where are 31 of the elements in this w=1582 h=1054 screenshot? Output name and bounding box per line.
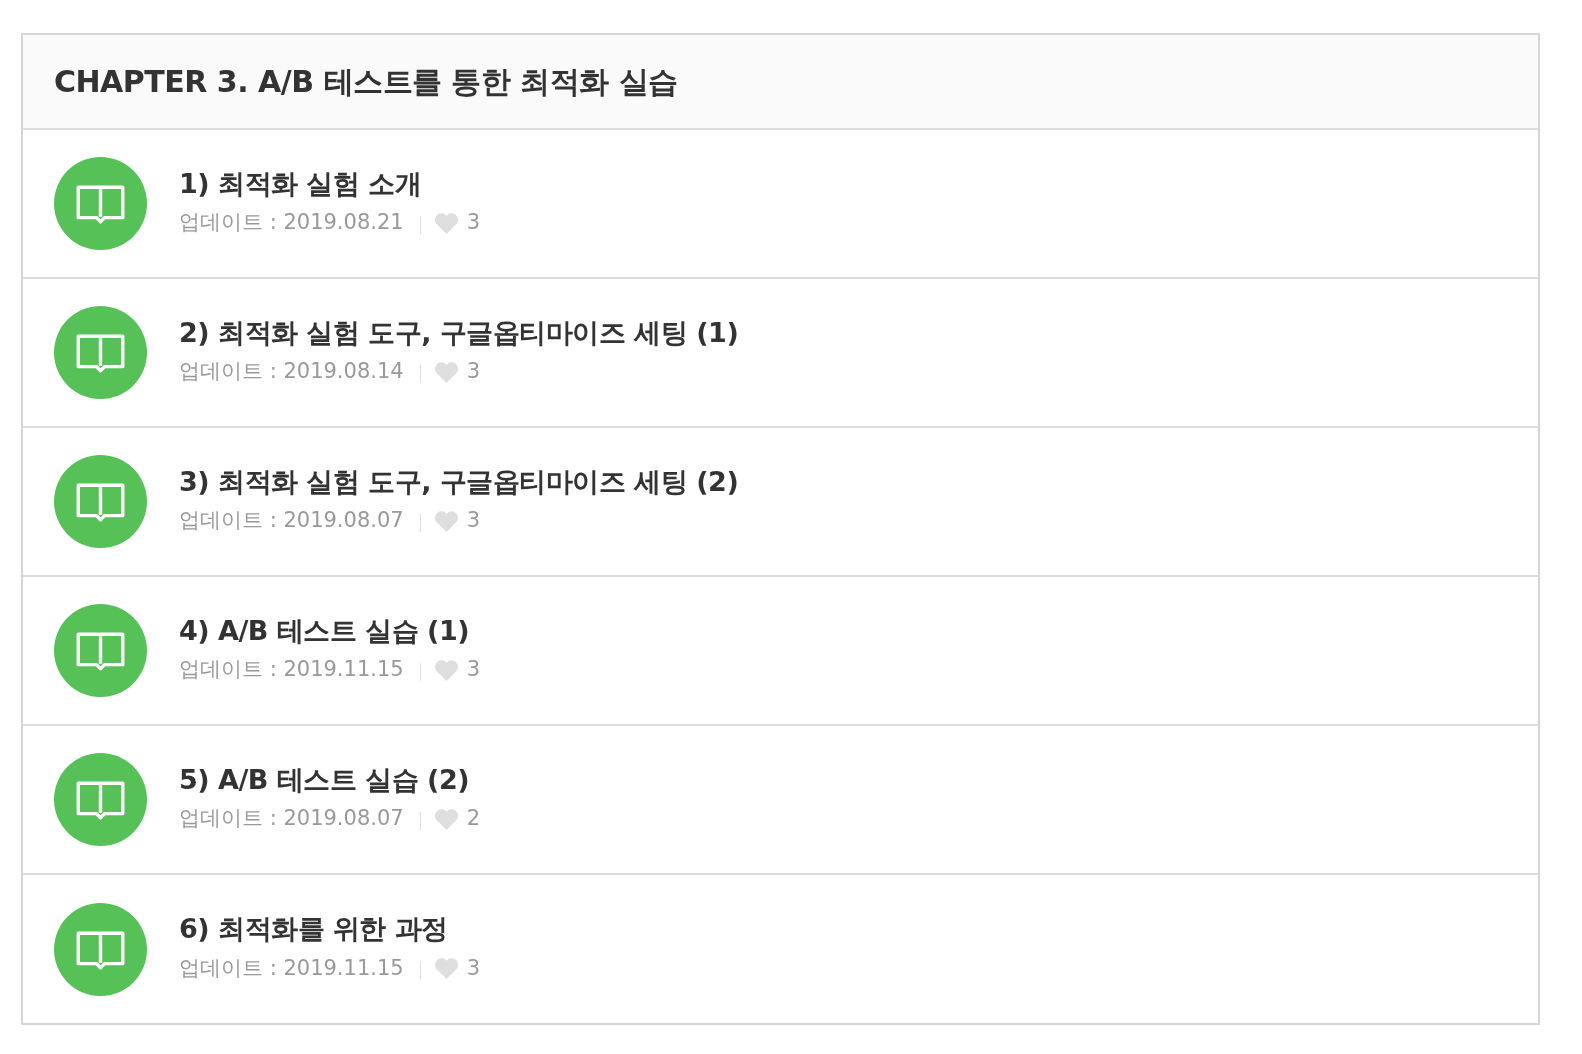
chapter-title: CHAPTER 3. A/B 테스트를 통한 최적화 실습 (54, 63, 678, 101)
lesson-title-link[interactable]: 6) 최적화를 위한 과정 (179, 913, 481, 946)
update-date: 업데이트 : 2019.08.07 (179, 508, 404, 534)
update-date: 업데이트 : 2019.08.07 (179, 806, 404, 832)
update-date: 업데이트 : 2019.08.21 (179, 210, 404, 236)
update-date: 업데이트 : 2019.11.15 (179, 657, 404, 683)
like-count: 2 (466, 806, 481, 832)
book-icon (54, 306, 147, 399)
like-count: 3 (466, 210, 481, 236)
update-date: 업데이트 : 2019.11.15 (179, 955, 404, 981)
heart-icon (433, 360, 459, 383)
like-count: 3 (466, 657, 481, 683)
heart-icon (433, 957, 459, 980)
like-count: 3 (466, 508, 481, 534)
book-icon (54, 753, 147, 846)
update-date: 업데이트 : 2019.08.14 (179, 359, 404, 385)
lesson-title-link[interactable]: 5) A/B 테스트 실습 (2) (179, 763, 481, 797)
book-icon (54, 157, 147, 250)
like-count: 3 (466, 359, 481, 385)
lesson-title-link[interactable]: 1) 최적화 실험 소개 (179, 167, 481, 201)
heart-icon (433, 509, 459, 532)
book-icon (54, 604, 147, 697)
like-count: 3 (466, 955, 481, 981)
heart-icon (433, 211, 459, 234)
heart-icon (433, 658, 459, 681)
heart-icon (433, 807, 459, 830)
book-icon (54, 455, 147, 548)
lesson-title-link[interactable]: 2) 최적화 실험 도구, 구글옵티마이즈 세팅 (1) (179, 316, 739, 350)
book-icon (54, 902, 147, 996)
lesson-title-link[interactable]: 3) 최적화 실험 도구, 구글옵티마이즈 세팅 (2) (179, 465, 739, 499)
lesson-title-link[interactable]: 4) A/B 테스트 실습 (1) (179, 614, 481, 648)
